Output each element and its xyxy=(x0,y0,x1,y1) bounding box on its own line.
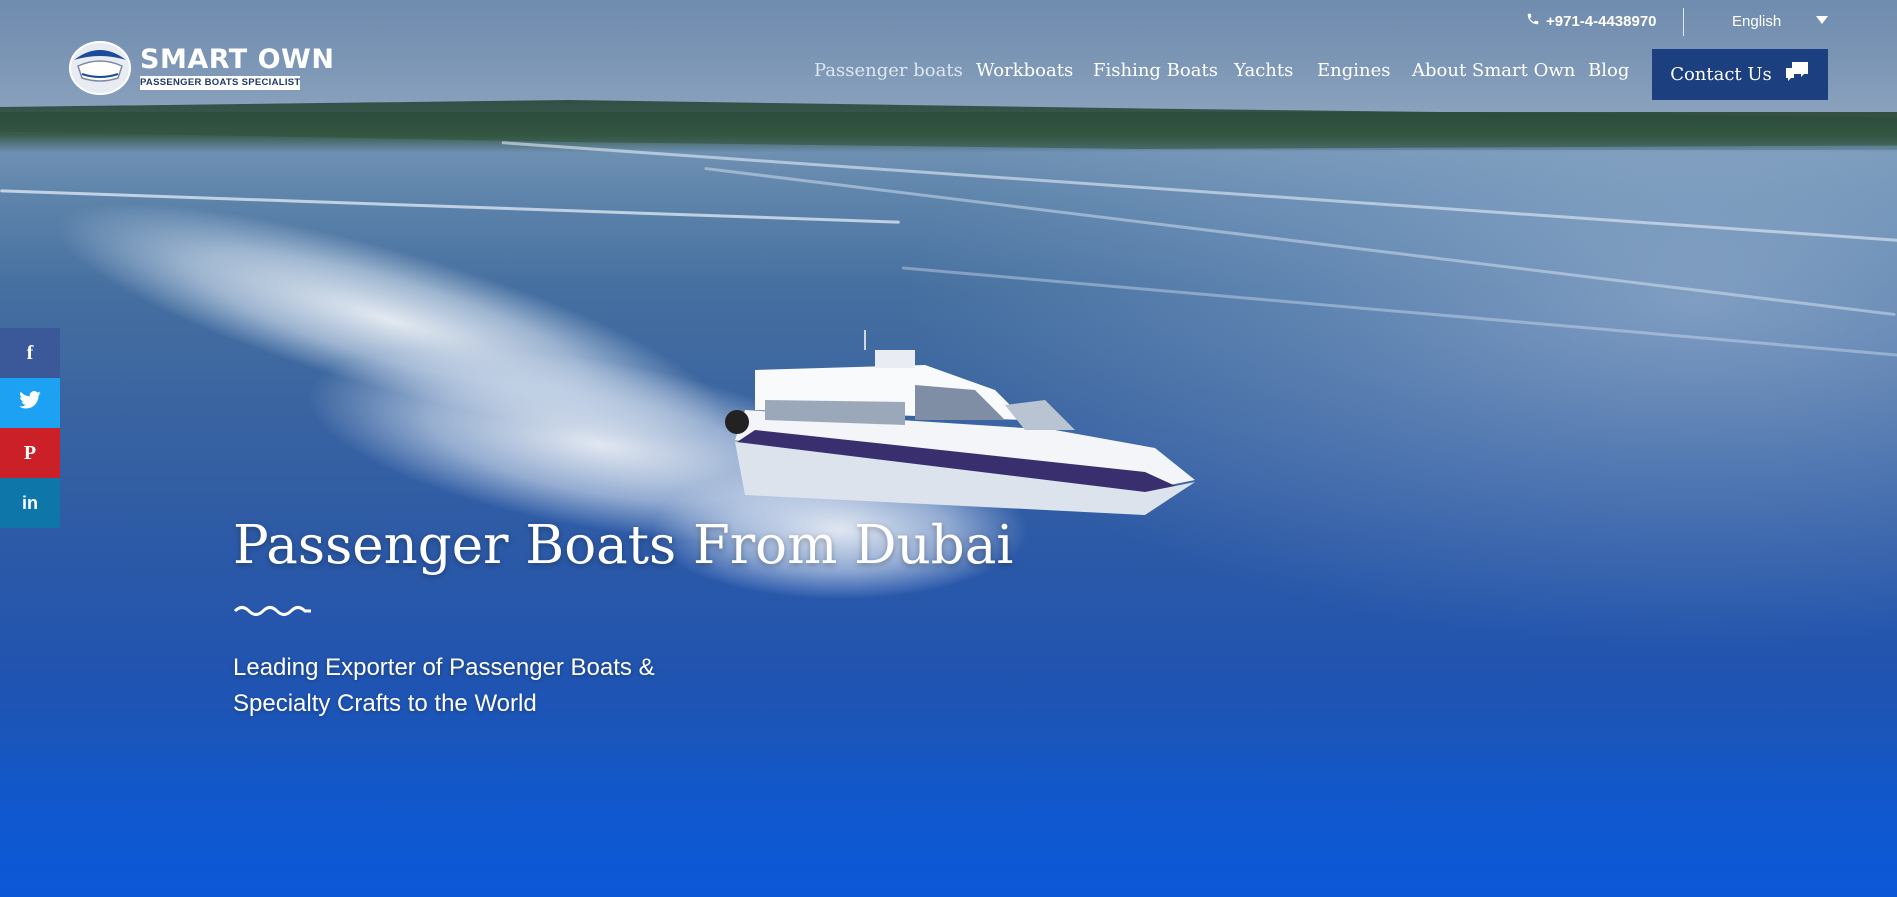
nav-yachts[interactable]: Yachts xyxy=(1234,60,1293,81)
nav-workboats[interactable]: Workboats xyxy=(976,60,1073,81)
facebook-icon: f xyxy=(26,341,34,364)
pinterest-icon: P xyxy=(23,441,37,464)
hero-subtitle: Leading Exporter of Passenger Boats & Sp… xyxy=(233,654,655,717)
phone-text: +971-4-4438970 xyxy=(1546,12,1657,30)
topbar-divider xyxy=(1683,8,1684,36)
twitter-share-button[interactable] xyxy=(0,378,60,428)
wave-divider-icon xyxy=(233,606,311,616)
language-selector[interactable]: English xyxy=(1732,13,1781,30)
chat-icon xyxy=(1784,61,1810,88)
contact-us-button[interactable]: Contact Us xyxy=(1652,49,1828,100)
social-share-bar: f P in xyxy=(0,328,60,528)
twitter-icon xyxy=(19,391,41,415)
nav-engines[interactable]: Engines xyxy=(1317,60,1391,81)
hero-title: Passenger Boats From Dubai xyxy=(233,515,1014,576)
boat-logo-icon xyxy=(69,41,131,95)
chevron-down-icon[interactable] xyxy=(1816,16,1828,24)
bottom-glow xyxy=(0,737,1897,897)
phone-number[interactable]: +971-4-4438970 xyxy=(1526,12,1657,30)
facebook-share-button[interactable]: f xyxy=(0,328,60,378)
nav-fishing-boats[interactable]: Fishing Boats xyxy=(1093,60,1218,81)
logo-subtitle: PASSENGER BOATS SPECIALIST xyxy=(140,76,301,90)
phone-icon xyxy=(1526,12,1540,30)
linkedin-icon: in xyxy=(22,492,38,513)
pinterest-share-button[interactable]: P xyxy=(0,428,60,478)
logo-title: SMART OWN xyxy=(140,44,335,75)
site-logo[interactable]: SMART OWN PASSENGER BOATS SPECIALIST xyxy=(68,38,334,96)
nav-passenger-boats[interactable]: Passenger boats xyxy=(814,60,963,81)
nav-blog[interactable]: Blog xyxy=(1588,60,1629,81)
nav-about[interactable]: About Smart Own xyxy=(1412,60,1575,81)
linkedin-share-button[interactable]: in xyxy=(0,478,60,528)
boat-image xyxy=(725,330,1195,515)
hero-background xyxy=(0,0,1897,897)
contact-label: Contact Us xyxy=(1670,64,1772,85)
